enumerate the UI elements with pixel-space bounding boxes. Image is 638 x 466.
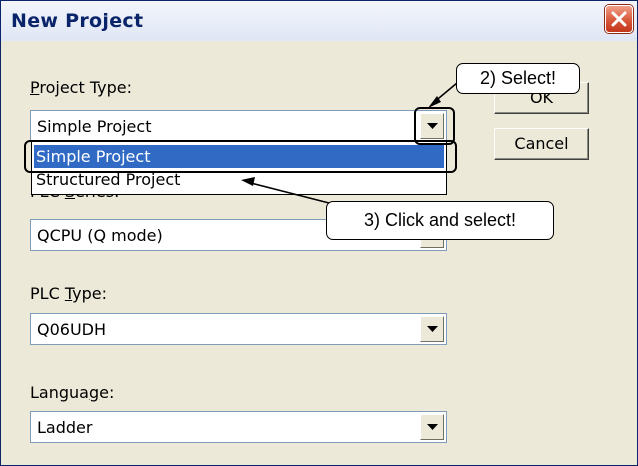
callout-select: 2) Select! bbox=[456, 63, 580, 94]
arrow-to-structured-project bbox=[241, 177, 330, 204]
new-project-dialog: New Project Project Type: Simple Project… bbox=[0, 0, 638, 466]
arrow-to-dropdown bbox=[428, 82, 458, 108]
callout-click-and-select: 3) Click and select! bbox=[326, 201, 554, 240]
